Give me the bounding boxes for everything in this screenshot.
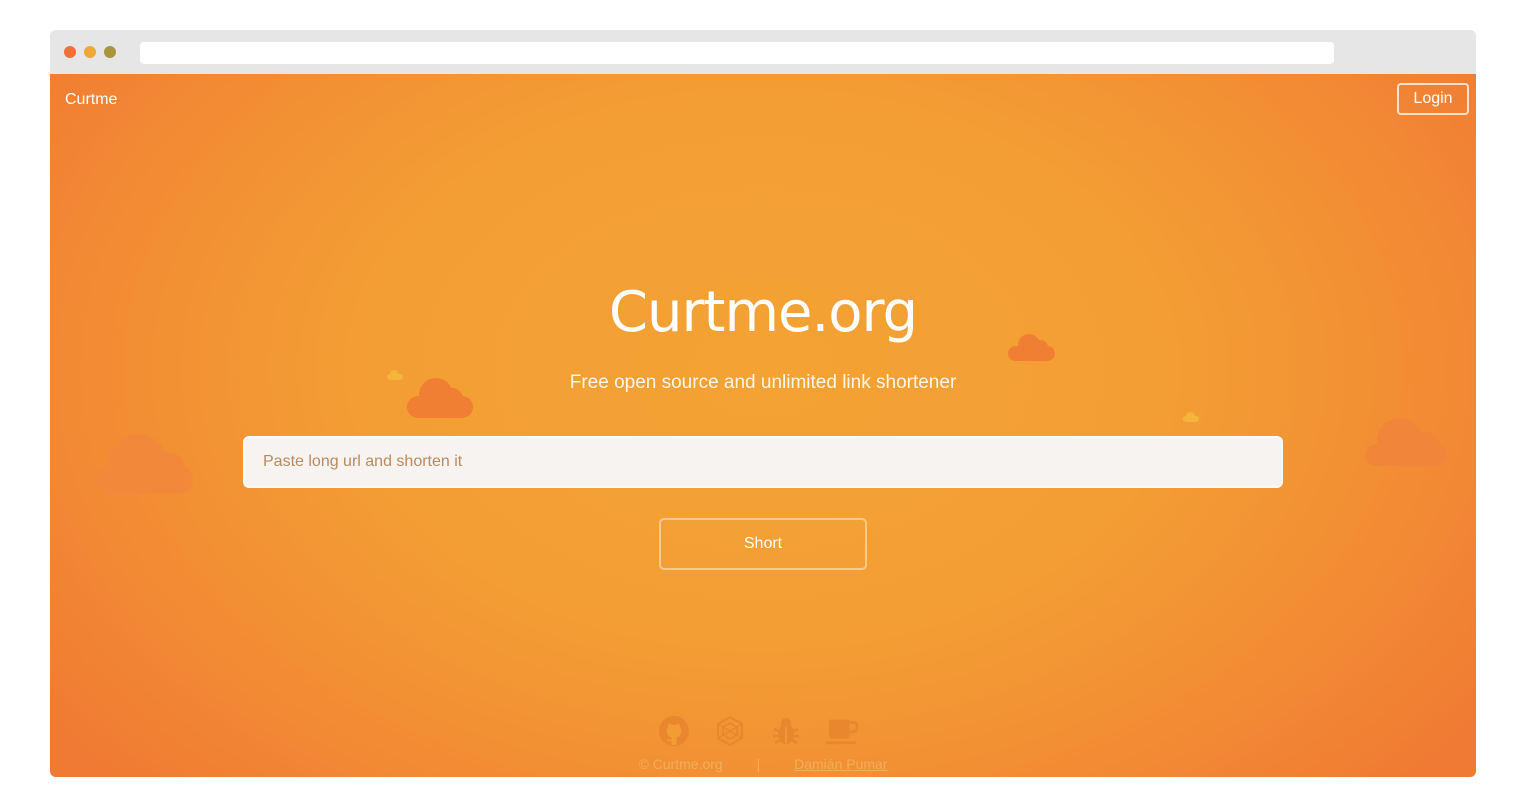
- window-maximize-dot[interactable]: [104, 46, 116, 58]
- address-bar[interactable]: [140, 42, 1334, 64]
- cloud-decoration: [407, 378, 473, 418]
- footer: © Curtme.org | Damián Pumar: [50, 756, 1476, 772]
- coffee-icon[interactable]: [825, 714, 859, 748]
- cloud-decoration: [1008, 334, 1055, 361]
- browser-window: Curtme Login Curtme.org Free open source…: [50, 30, 1476, 777]
- footer-author-link[interactable]: Damián Pumar: [794, 756, 887, 772]
- cloud-decoration: [95, 434, 193, 494]
- github-icon[interactable]: [657, 714, 691, 748]
- short-button[interactable]: Short: [659, 518, 867, 570]
- footer-icon-bar: [657, 714, 871, 748]
- window-close-dot[interactable]: [64, 46, 76, 58]
- page-title: Curtme.org: [608, 280, 918, 345]
- page-viewport: Curtme Login Curtme.org Free open source…: [50, 74, 1476, 777]
- hexagon-icon[interactable]: [713, 714, 747, 748]
- login-button[interactable]: Login: [1397, 83, 1469, 115]
- window-minimize-dot[interactable]: [84, 46, 96, 58]
- bug-icon[interactable]: [769, 714, 803, 748]
- url-input[interactable]: [243, 436, 1283, 488]
- browser-toolbar: [50, 30, 1476, 74]
- footer-separator: |: [756, 756, 761, 772]
- cloud-decoration: [1183, 412, 1199, 422]
- cloud-decoration: [1365, 418, 1447, 466]
- page-subtitle: Free open source and unlimited link shor…: [569, 372, 957, 393]
- footer-copyright: © Curtme.org: [638, 756, 723, 772]
- brand-logo[interactable]: Curtme: [65, 91, 117, 109]
